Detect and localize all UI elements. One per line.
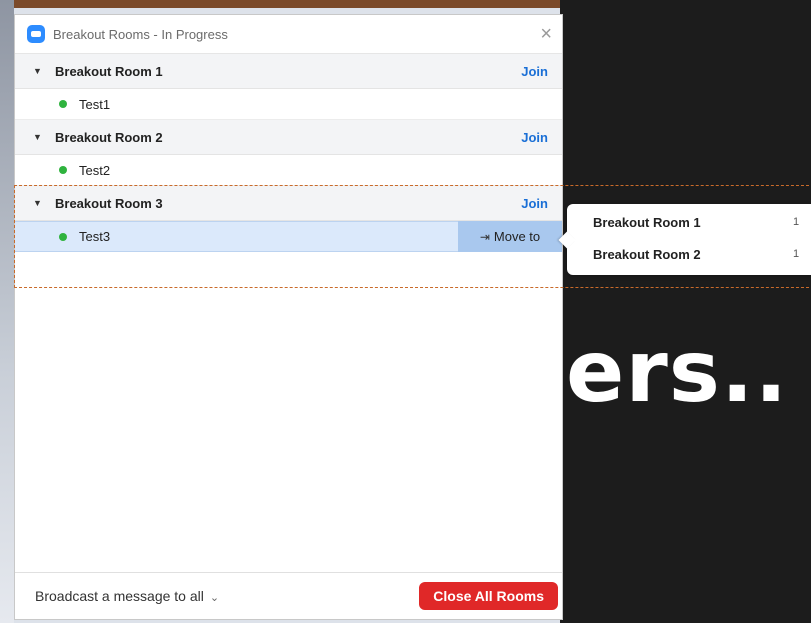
meeting-video-background xyxy=(560,0,811,623)
member-name: Test2 xyxy=(79,162,111,178)
menu-item-label: Breakout Room 2 xyxy=(593,246,701,262)
join-button-room-1[interactable]: Join xyxy=(521,64,548,79)
close-icon[interactable]: × xyxy=(540,24,552,44)
online-status-icon xyxy=(59,166,67,174)
room-row-1[interactable]: ▼ Breakout Room 1 Join xyxy=(15,54,562,89)
menu-item-label: Breakout Room 1 xyxy=(593,214,701,230)
chevron-down-icon: ⌄ xyxy=(209,592,220,604)
broadcast-label: Broadcast a message to all xyxy=(35,588,204,604)
member-row-test3[interactable]: Test3 ⇥ Move to xyxy=(15,221,562,252)
room-name: Breakout Room 2 xyxy=(55,129,163,145)
broadcast-dropdown[interactable]: Broadcast a message to all ⌄ xyxy=(35,588,219,604)
member-row-test2[interactable]: Test2 xyxy=(15,155,562,186)
caret-down-icon[interactable]: ▼ xyxy=(33,66,42,76)
desktop-background xyxy=(0,0,14,623)
move-to-label: Move to xyxy=(493,229,541,244)
close-all-rooms-button[interactable]: Close All Rooms xyxy=(419,582,558,610)
caret-down-icon[interactable]: ▼ xyxy=(33,198,42,208)
join-button-room-3[interactable]: Join xyxy=(521,196,548,211)
member-row-test1[interactable]: Test1 xyxy=(15,89,562,120)
breakout-rooms-window: Breakout Rooms - In Progress × ▼ Breakou… xyxy=(14,14,563,620)
menu-item-count: 1 xyxy=(793,248,800,260)
footer-bar: Broadcast a message to all ⌄ Close All Ro… xyxy=(15,572,562,619)
move-to-menu: Breakout Room 1 1 Breakout Room 2 1 xyxy=(558,204,811,275)
room-row-3[interactable]: ▼ Breakout Room 3 Join xyxy=(15,186,562,221)
menu-item-room-2[interactable]: Breakout Room 2 1 xyxy=(567,240,811,268)
room-name: Breakout Room 1 xyxy=(55,63,163,79)
title-bar: Breakout Rooms - In Progress × xyxy=(15,15,562,54)
caret-down-icon[interactable]: ▼ xyxy=(33,132,42,142)
online-status-icon xyxy=(59,232,67,241)
window-title: Breakout Rooms - In Progress xyxy=(53,26,228,42)
room-name: Breakout Room 3 xyxy=(55,195,163,211)
member-name: Test3 xyxy=(79,229,111,244)
room-row-2[interactable]: ▼ Breakout Room 2 Join xyxy=(15,120,562,155)
move-to-button[interactable]: ⇥ Move to xyxy=(458,221,562,252)
menu-item-count: 1 xyxy=(793,216,800,228)
menu-item-room-1[interactable]: Breakout Room 1 1 xyxy=(567,208,811,236)
move-to-icon: ⇥ xyxy=(479,229,490,244)
zoom-app-icon xyxy=(27,25,45,43)
online-status-icon xyxy=(59,100,67,108)
background-text: ers.. xyxy=(566,322,789,422)
member-name: Test1 xyxy=(79,96,111,112)
join-button-room-2[interactable]: Join xyxy=(521,130,548,145)
